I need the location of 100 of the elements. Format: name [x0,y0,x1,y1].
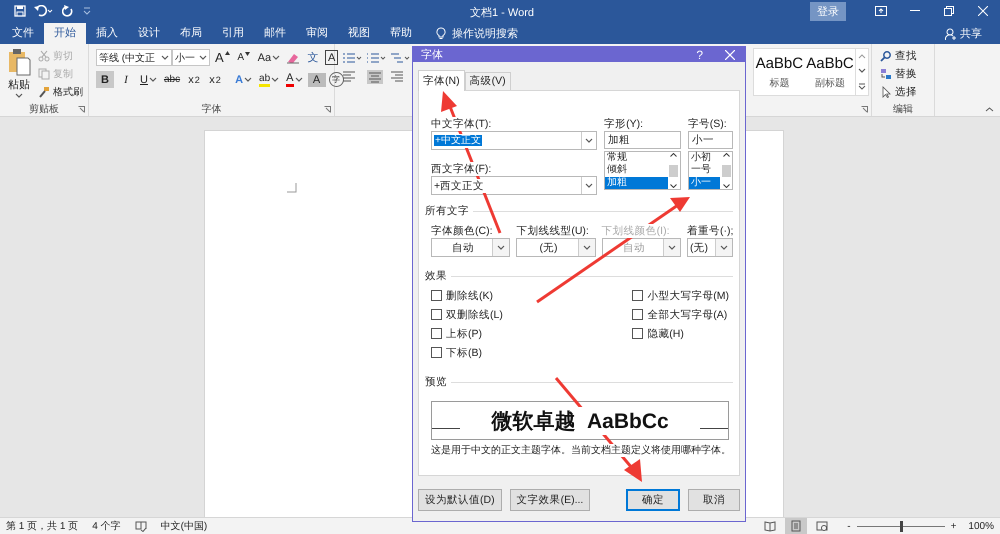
effect-checkbox[interactable]: 双删除线(L) [431,308,503,321]
editing-command[interactable]: 替换 [895,67,917,81]
font-size-field[interactable]: 小一 [688,131,733,149]
character-shading-button[interactable]: A [308,72,326,86]
ribbon-tab[interactable]: 帮助 [380,23,422,44]
italic-button[interactable]: I [117,71,135,88]
align-left-icon[interactable] [343,70,357,82]
ribbon-tab[interactable]: 引用 [212,23,254,44]
caret-icon[interactable] [15,93,23,98]
list-option[interactable]: 加粗 [605,176,668,189]
restore-icon[interactable] [944,6,954,16]
effect-checkbox[interactable]: 上标(P) [431,327,503,340]
scroll-up-icon[interactable] [722,153,730,157]
ribbon-display-icon[interactable] [875,6,887,16]
dropdown-field[interactable]: 自动 [431,238,510,257]
style-preview[interactable]: AaBbC [756,55,804,72]
ribbon-tab[interactable]: 插入 [86,23,128,44]
phonetic-guide-button[interactable]: 文 [304,49,322,66]
dialog-tab[interactable]: 高级(V) [464,72,511,90]
western-font-field[interactable]: +西文正文 [431,176,598,195]
list-option[interactable]: 倾斜 [605,164,668,177]
language-indicator[interactable]: 中文(中国) [160,519,208,533]
dialog-button[interactable]: 取消 [688,489,740,511]
caret-icon[interactable] [272,55,280,60]
list-option[interactable]: 小初 [688,152,720,164]
dialog-launcher-icon[interactable] [324,106,331,113]
strikethrough-button[interactable]: abc [162,71,182,88]
effect-checkbox[interactable]: 下标(B) [431,346,503,359]
view-mode-button[interactable] [785,518,808,534]
highlight-button[interactable]: ab [257,71,282,88]
scroll-up-icon[interactable] [670,153,678,157]
scrollbar-thumb[interactable] [669,164,678,176]
clipboard-command[interactable]: 格式刷 [53,85,83,99]
zoom-level[interactable]: 100% [968,520,994,532]
tell-me-search[interactable]: 操作说明搜索 [452,26,518,41]
scroll-down-icon[interactable] [722,184,730,188]
person-icon[interactable] [945,28,957,40]
dropdown-field[interactable]: (无) [686,238,733,257]
ribbon-tab[interactable]: 布局 [170,23,212,44]
ribbon-tab[interactable]: 开始 [44,23,86,44]
dialog-launcher-icon[interactable] [861,106,868,113]
align-right-icon[interactable] [391,70,405,82]
help-button[interactable]: ? [696,48,703,62]
scrollbar-thumb[interactable] [722,164,730,176]
effect-checkbox[interactable]: 全部大写字母(A) [632,308,729,321]
scroll-down-icon[interactable] [858,68,866,74]
redo-icon[interactable] [62,5,74,17]
ribbon-tab[interactable]: 审阅 [296,23,338,44]
collapse-ribbon-icon[interactable] [985,107,994,112]
enclose-characters-button[interactable]: 字 [328,72,344,87]
dialog-button[interactable]: 文字效果(E)... [510,489,590,511]
chinese-font-field[interactable]: +中文正文 [431,131,598,150]
caret-icon[interactable] [148,77,157,82]
dropdown-field[interactable]: (无) [516,238,596,257]
underline-button[interactable]: U [138,71,159,88]
font-name-field[interactable]: 等线 (中文正 [96,49,172,66]
minimize-icon[interactable] [910,10,920,12]
align-center-icon[interactable] [367,70,383,84]
customize-icon[interactable] [82,7,92,15]
caret-icon[interactable] [271,77,280,82]
shrink-font-button[interactable]: A [234,49,253,66]
grow-font-button[interactable]: A [213,49,232,66]
proofing-icon[interactable] [134,520,147,532]
page-count[interactable]: 第 1 页，共 1 页 [6,519,78,533]
effect-checkbox[interactable]: 小型大写字母(M) [632,289,729,302]
bullet-list-icon[interactable] [343,52,363,64]
dialog-button[interactable]: 确定 [626,489,680,511]
ribbon-tab[interactable]: 设计 [128,23,170,44]
effect-checkbox[interactable]: 隐藏(H) [632,327,729,340]
bold-button[interactable]: B [96,71,114,88]
font-size-field[interactable]: 小一 [172,49,210,66]
list-option[interactable]: 小一 [688,176,720,189]
zoom-in-button[interactable]: + [950,520,956,532]
ribbon-tab[interactable]: 文件 [2,23,44,44]
clipboard-icon[interactable] [7,48,31,76]
scroll-down-icon[interactable] [670,184,678,188]
caret-icon[interactable] [294,77,302,82]
save-icon[interactable] [14,5,26,17]
effect-checkbox[interactable]: 删除线(K) [431,289,503,302]
zoom-out-button[interactable]: - [847,520,851,532]
list-option[interactable]: 一号 [688,164,720,177]
word-count[interactable]: 4 个字 [92,519,121,533]
editing-command[interactable]: 查找 [895,49,917,63]
dialog-tab[interactable]: 字体(N) [418,70,465,91]
close-icon[interactable] [725,50,735,60]
change-case-button[interactable]: Aa [256,49,282,66]
font-style-field[interactable]: 加粗 [604,131,681,149]
ribbon-tab[interactable]: 视图 [338,23,380,44]
zoom-slider[interactable] [900,520,903,532]
font-color-button[interactable]: A [284,71,304,88]
multilevel-list-icon[interactable] [391,52,411,64]
character-border-button[interactable]: A [325,50,338,65]
dialog-launcher-icon[interactable] [78,106,85,113]
lightbulb-icon[interactable] [436,27,446,40]
close-icon[interactable] [978,6,988,16]
paste-button[interactable]: 粘贴 [4,48,34,102]
ribbon-tab[interactable]: 邮件 [254,23,296,44]
caret-icon[interactable] [244,77,252,82]
expand-gallery-icon[interactable] [858,83,866,90]
caret-icon[interactable] [199,55,207,60]
